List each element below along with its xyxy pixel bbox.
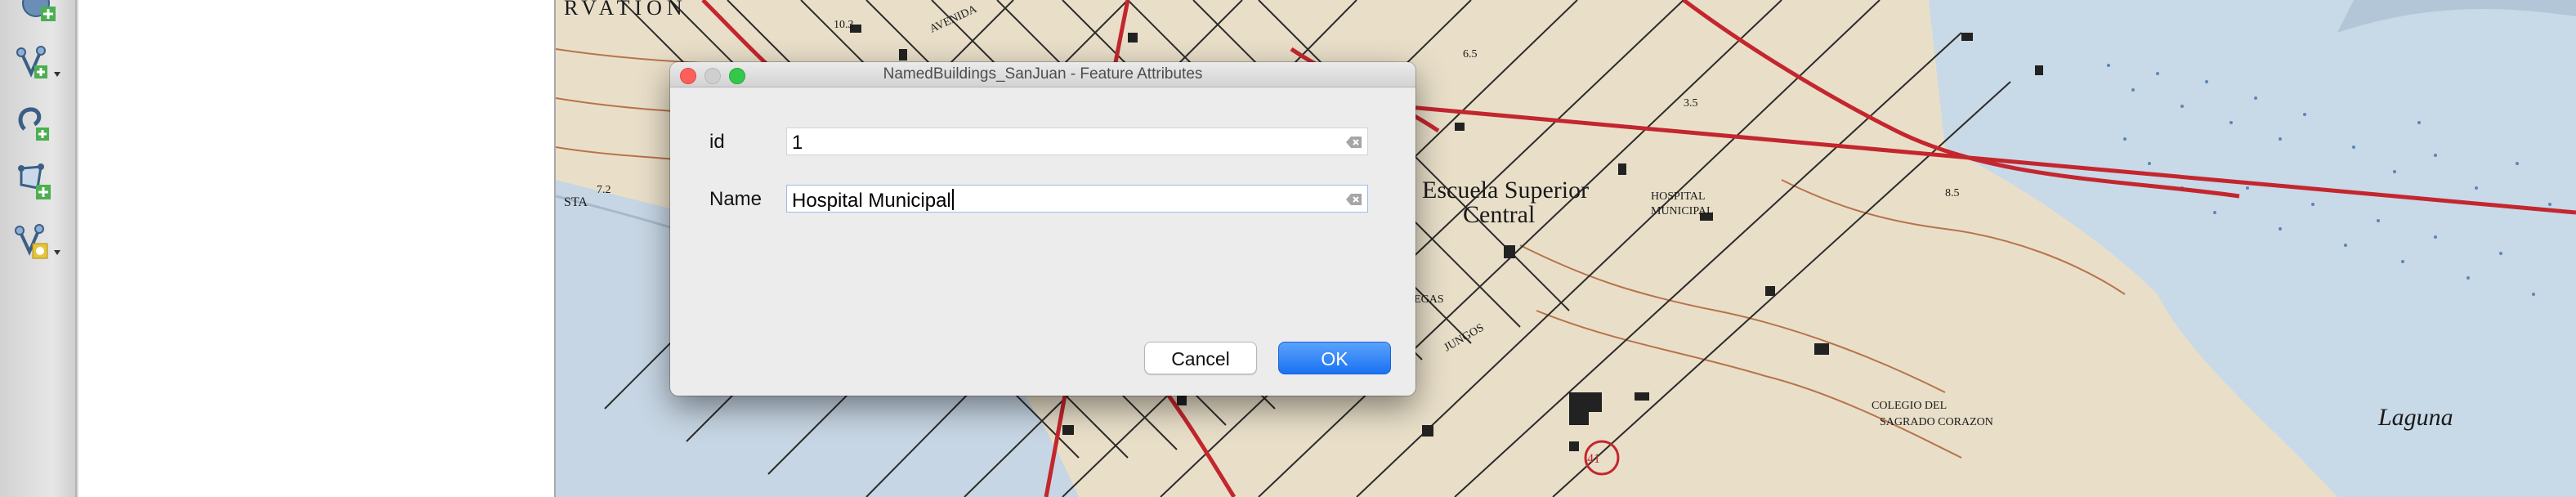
add-feature-icon[interactable] bbox=[13, 0, 65, 28]
id-field[interactable]: 1 bbox=[786, 128, 1368, 155]
map-label-laguna: Laguna bbox=[2377, 404, 2453, 431]
id-field-value: 1 bbox=[792, 132, 803, 154]
map-label-municipal: MUNICIPAL bbox=[1651, 205, 1714, 217]
text-caret bbox=[951, 189, 954, 210]
map-label-rvation: RVATION bbox=[564, 0, 687, 20]
map-label-hospital: HOSPITAL bbox=[1651, 190, 1706, 203]
map-label-sagrado: SAGRADO CORAZON bbox=[1880, 416, 1993, 428]
map-label-escuela: Escuela Superior bbox=[1422, 177, 1589, 204]
map-label-10-3: 10.3 bbox=[834, 19, 854, 31]
map-label-41: 41 bbox=[1587, 452, 1600, 466]
map-label-7-2: 7.2 bbox=[597, 184, 611, 196]
name-label: Name bbox=[709, 188, 763, 210]
editing-toolbar bbox=[0, 0, 77, 497]
vertex-tool-dropdown-icon[interactable] bbox=[13, 41, 65, 87]
map-label-8-5: 8.5 bbox=[1945, 187, 1960, 199]
map-label-sta: STA bbox=[564, 195, 588, 209]
map-label-3-5: 3.5 bbox=[1684, 97, 1698, 110]
add-part-icon[interactable] bbox=[13, 160, 65, 206]
dialog-titlebar[interactable]: NamedBuildings_SanJuan - Feature Attribu… bbox=[670, 62, 1415, 87]
name-field-value: Hospital Municipal bbox=[792, 189, 954, 213]
id-label: id bbox=[709, 131, 725, 153]
map-label-central: Central bbox=[1463, 201, 1535, 228]
map-label-colegio: COLEGIO DEL bbox=[1872, 400, 1947, 412]
map-label-6-5: 6.5 bbox=[1463, 48, 1478, 60]
name-field[interactable]: Hospital Municipal bbox=[786, 185, 1368, 213]
map-label-avenida: AVENIDA bbox=[928, 2, 979, 35]
node-tool-dropdown-icon[interactable] bbox=[13, 221, 65, 266]
map-label-jungos: JUNGOS bbox=[1442, 322, 1487, 355]
add-ring-icon[interactable] bbox=[13, 101, 65, 147]
layers-panel bbox=[78, 0, 556, 497]
feature-attributes-dialog: NamedBuildings_SanJuan - Feature Attribu… bbox=[670, 62, 1415, 396]
clear-name-icon[interactable] bbox=[1346, 193, 1362, 206]
clear-id-icon[interactable] bbox=[1346, 136, 1362, 149]
ok-button[interactable]: OK bbox=[1278, 342, 1391, 374]
cancel-button[interactable]: Cancel bbox=[1144, 342, 1257, 374]
dialog-title: NamedBuildings_SanJuan - Feature Attribu… bbox=[883, 65, 1203, 83]
